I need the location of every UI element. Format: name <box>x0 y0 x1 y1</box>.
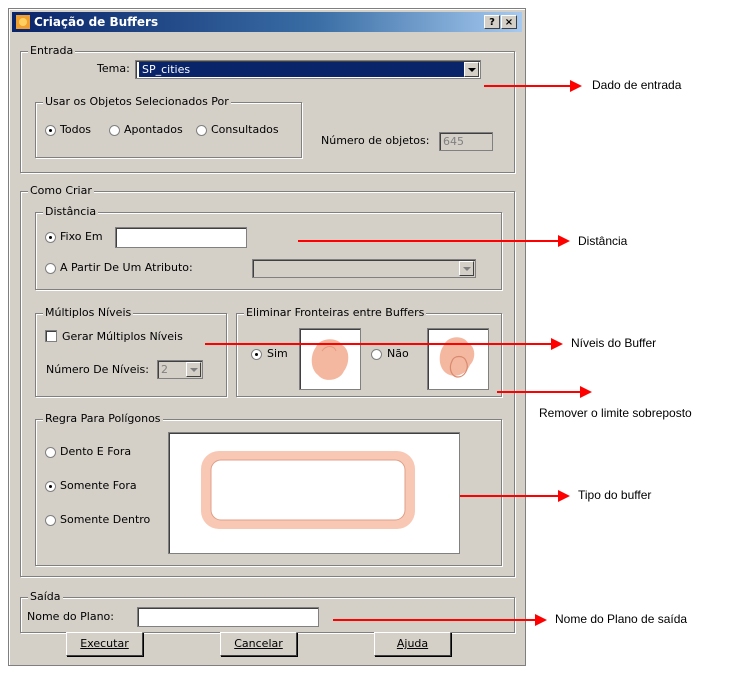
tema-label: Tema: <box>97 62 130 75</box>
merged-buffer-image <box>299 328 361 390</box>
arrow-head-distancia <box>558 235 570 247</box>
usar-objetos-legend: Usar os Objetos Selecionados Por <box>43 95 231 108</box>
radio-todos-label: Todos <box>60 123 92 136</box>
usar-objetos-group: Usar os Objetos Selecionados Por Todos A… <box>35 95 302 158</box>
ajuda-button[interactable]: Ajuda <box>374 632 451 656</box>
gerar-multiplos-label: Gerar Múltiplos Níveis <box>62 330 183 343</box>
radio-fixo-em[interactable] <box>45 232 56 243</box>
arrow-remover <box>497 391 582 393</box>
app-icon <box>16 15 30 29</box>
chevron-down-icon[interactable] <box>464 62 479 77</box>
radio-apontados[interactable] <box>109 125 120 136</box>
radio-apontados-label: Apontados <box>124 123 183 136</box>
arrow-dado-entrada <box>484 85 572 87</box>
arrow-head-dado-entrada <box>570 80 582 92</box>
distancia-group: Distância Fixo Em A Partir De Um Atribut… <box>35 205 502 290</box>
cancelar-label: Cancelar <box>234 637 283 650</box>
executar-label: Executar <box>80 637 129 650</box>
annotation-niveis: Níveis do Buffer <box>571 336 657 350</box>
title-bar: Criação de Buffers ? × <box>12 12 522 32</box>
arrow-head-tipo <box>558 490 570 502</box>
como-criar-group: Como Criar Distância Fixo Em A Partir De… <box>20 184 515 577</box>
radio-somente-fora[interactable] <box>45 481 56 492</box>
atributo-dropdown <box>252 259 476 278</box>
somente-dentro-label: Somente Dentro <box>60 513 151 526</box>
radio-sim[interactable] <box>251 349 262 360</box>
ajuda-label: Ajuda <box>396 637 429 650</box>
regra-poligonos-group: Regra Para Polígonos Dento E Fora Soment… <box>35 412 502 566</box>
gerar-multiplos-checkbox[interactable] <box>45 330 57 342</box>
cancelar-button[interactable]: Cancelar <box>220 632 297 656</box>
chevron-down-icon <box>459 261 474 276</box>
arrow-head-nome-plano <box>535 614 547 626</box>
radio-dentro-fora[interactable] <box>45 447 56 458</box>
num-niveis-dropdown: 2 <box>157 360 203 379</box>
executar-button[interactable]: Executar <box>66 632 143 656</box>
nome-plano-input[interactable] <box>137 607 319 627</box>
dentro-fora-label: Dento E Fora <box>60 445 132 458</box>
multiplos-niveis-legend: Múltiplos Níveis <box>43 306 134 319</box>
arrow-head-remover <box>580 386 592 398</box>
multiplos-niveis-group: Múltiplos Níveis Gerar Múltiplos Níveis … <box>35 306 227 397</box>
radio-somente-dentro[interactable] <box>45 515 56 526</box>
window-title: Criação de Buffers <box>34 15 159 29</box>
help-title-button[interactable]: ? <box>484 15 500 29</box>
como-criar-legend: Como Criar <box>28 184 94 197</box>
arrow-distancia <box>298 240 560 242</box>
radio-nao[interactable] <box>371 349 382 360</box>
arrow-head-niveis <box>551 338 563 350</box>
eliminar-fronteiras-group: Eliminar Fronteiras entre Buffers Sim Nã… <box>236 306 502 397</box>
radio-a-partir-atributo[interactable] <box>45 263 56 274</box>
entrada-group: Entrada Tema: SP_cities Usar os Objetos … <box>20 44 515 173</box>
annotation-remover: Remover o limite sobreposto <box>539 406 692 420</box>
num-objetos-label: Número de objetos: <box>321 134 430 147</box>
radio-consultados[interactable] <box>196 125 207 136</box>
nome-plano-label: Nome do Plano: <box>27 610 114 623</box>
num-niveis-label: Número De Níveis: <box>46 363 149 376</box>
buffer-type-image <box>168 432 460 554</box>
fixo-em-input[interactable] <box>115 227 247 248</box>
num-niveis-value: 2 <box>161 363 168 376</box>
annotation-nome-plano: Nome do Plano de saída <box>555 612 688 626</box>
num-objetos-field: 645 <box>439 132 493 151</box>
somente-fora-label: Somente Fora <box>60 479 137 492</box>
fixo-em-label: Fixo Em <box>60 230 103 243</box>
annotation-tipo: Tipo do buffer <box>578 488 652 502</box>
arrow-nome-plano <box>333 619 537 621</box>
saida-group: Saída Nome do Plano: <box>20 590 515 633</box>
arrow-tipo <box>460 495 560 497</box>
separate-buffer-image <box>427 328 489 390</box>
saida-legend: Saída <box>28 590 63 603</box>
tema-dropdown[interactable]: SP_cities <box>135 60 481 79</box>
radio-nao-label: Não <box>387 347 409 360</box>
radio-sim-label: Sim <box>267 347 288 360</box>
buffer-dialog: Criação de Buffers ? × Entrada Tema: SP_… <box>8 8 526 666</box>
distancia-legend: Distância <box>43 205 99 218</box>
arrow-niveis <box>205 343 553 345</box>
radio-todos[interactable] <box>45 125 56 136</box>
annotation-dado-entrada: Dado de entrada <box>592 78 682 92</box>
eliminar-fronteiras-legend: Eliminar Fronteiras entre Buffers <box>244 306 427 319</box>
radio-consultados-label: Consultados <box>211 123 279 136</box>
tema-selected-value: SP_cities <box>139 62 465 77</box>
close-title-button[interactable]: × <box>501 15 517 29</box>
annotation-distancia: Distância <box>578 234 628 248</box>
entrada-legend: Entrada <box>28 44 76 57</box>
a-partir-atributo-label: A Partir De Um Atributo: <box>60 261 193 274</box>
regra-poligonos-legend: Regra Para Polígonos <box>43 412 163 425</box>
chevron-down-icon <box>186 362 201 377</box>
